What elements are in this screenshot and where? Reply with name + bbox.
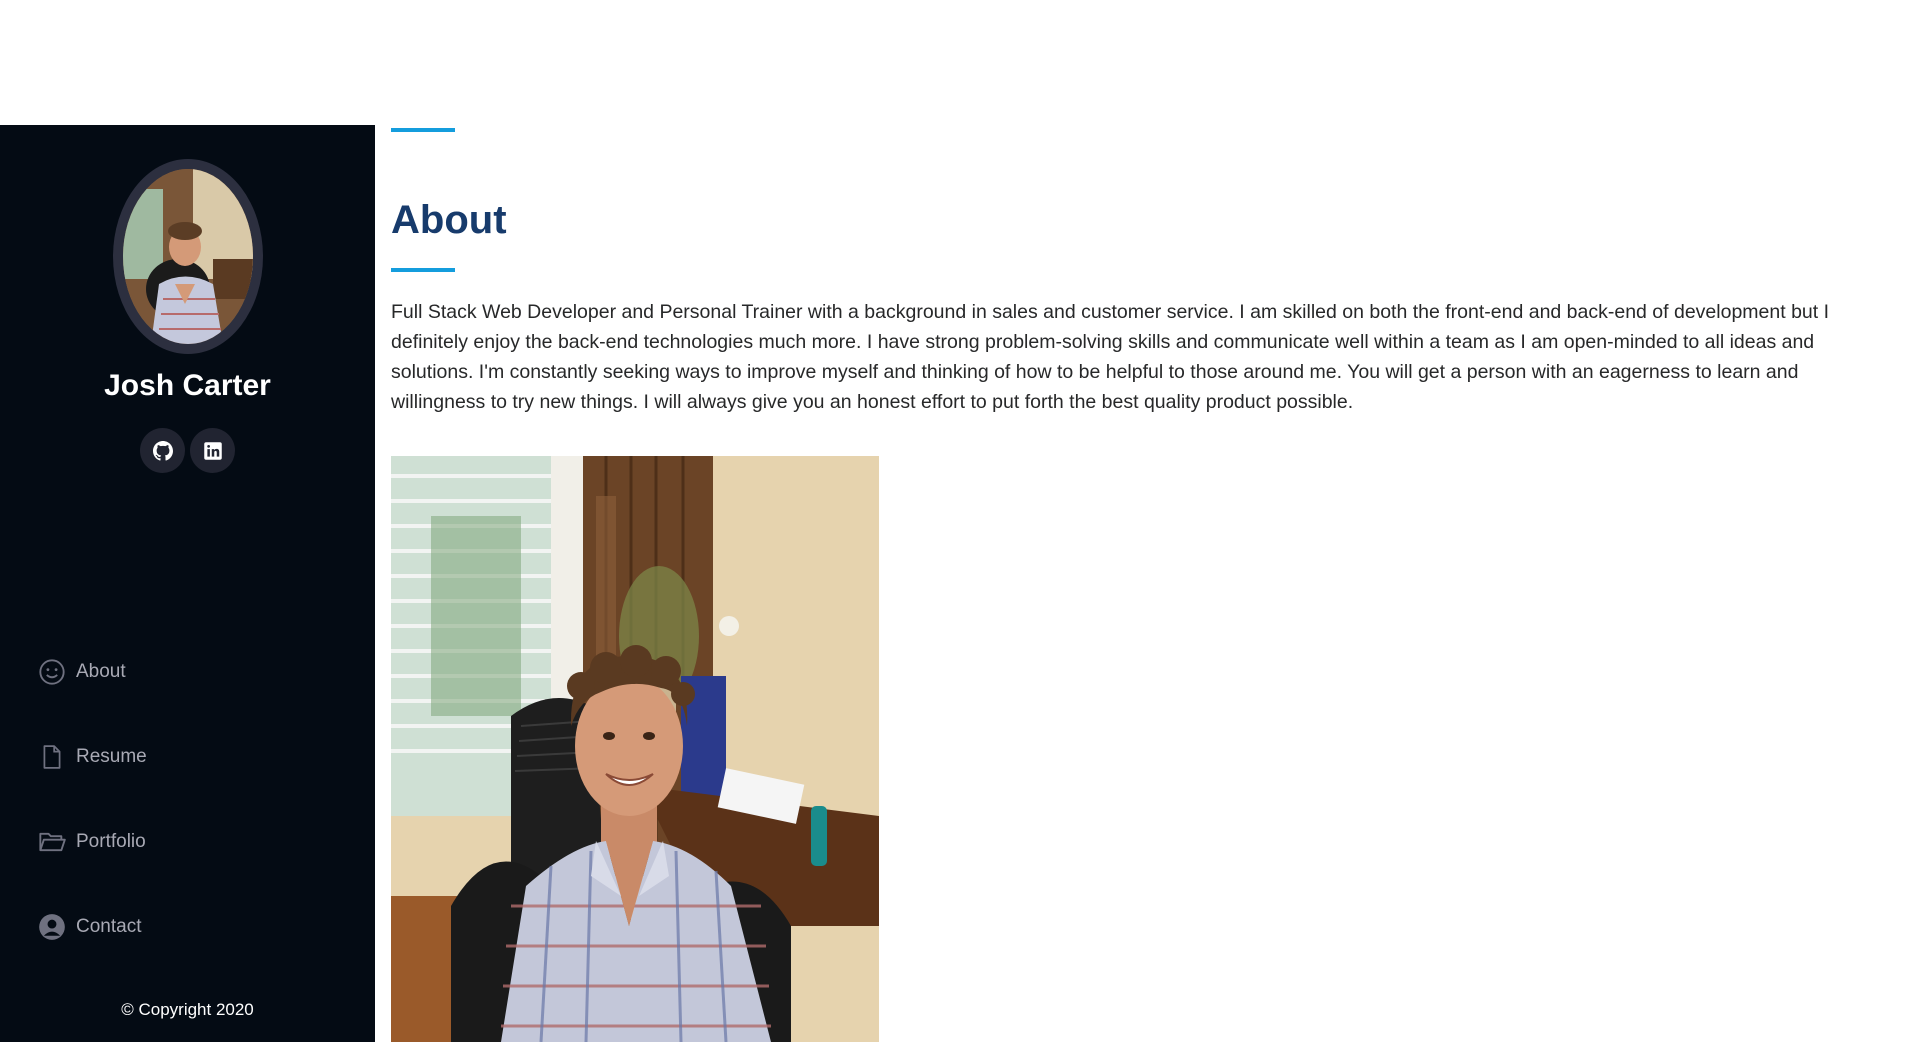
title-underline xyxy=(391,268,455,272)
linkedin-link[interactable] xyxy=(190,428,235,473)
nav-item-label: Resume xyxy=(76,746,147,767)
nav-item-resume[interactable]: Resume xyxy=(36,737,147,777)
folder-icon xyxy=(36,826,68,858)
github-icon xyxy=(152,440,173,461)
user-circle-icon xyxy=(36,911,68,943)
section-title: About xyxy=(391,198,507,242)
accent-line-top xyxy=(391,128,455,132)
nav-item-portfolio[interactable]: Portfolio xyxy=(36,822,146,862)
about-photo xyxy=(391,456,879,1042)
social-links xyxy=(0,428,375,473)
profile-photo xyxy=(123,169,253,344)
sidebar: Josh Carter About Resume Portfolio Conta… xyxy=(0,125,375,1042)
smile-icon xyxy=(36,656,68,688)
about-description: Full Stack Web Developer and Personal Tr… xyxy=(391,301,1830,413)
about-photo-image xyxy=(391,456,879,1042)
file-icon xyxy=(36,741,68,773)
nav-item-label: Contact xyxy=(76,916,142,937)
nav-item-contact[interactable]: Contact xyxy=(36,907,141,947)
linkedin-icon xyxy=(203,441,222,460)
github-link[interactable] xyxy=(140,428,185,473)
nav-item-label: About xyxy=(76,661,126,682)
profile-name: Josh Carter xyxy=(104,369,271,402)
copyright: © Copyright 2020 xyxy=(121,1000,254,1019)
nav-item-about[interactable]: About xyxy=(36,652,126,692)
profile-avatar xyxy=(123,169,253,344)
nav-item-label: Portfolio xyxy=(76,831,146,852)
profile-avatar-frame xyxy=(113,159,263,354)
